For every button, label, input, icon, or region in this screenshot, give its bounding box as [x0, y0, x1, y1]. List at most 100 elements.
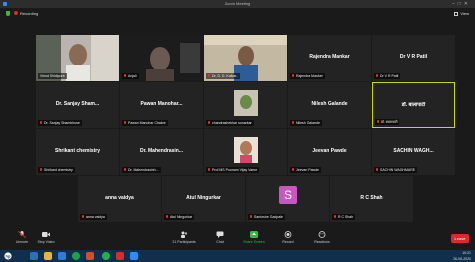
participant-display-name: SACHIN WAGH...: [393, 148, 434, 154]
chrome-icon[interactable]: [72, 252, 80, 260]
participant-name: Nilesh Galande: [290, 120, 322, 126]
participant-tile[interactable]: Shrikant chemistry Shrikant chemistry: [36, 129, 119, 175]
participants-button[interactable]: 21 Participants: [164, 231, 204, 244]
active-speaker-tile[interactable]: डॉ. बालापाटी डॉ. बालापाटी: [372, 82, 455, 128]
hp-logo-icon[interactable]: hp: [4, 252, 12, 260]
mic-muted-icon: [166, 215, 168, 218]
mic-muted-icon: [124, 121, 126, 124]
participant-name: Pawan Manohar Chakre: [122, 120, 168, 126]
chat-icon: [216, 231, 224, 238]
participants-label: 21 Participants: [172, 240, 196, 244]
meeting-toolbar: Unmute Stop Video 21 Participants Chat S…: [0, 228, 475, 250]
participant-display-name: R C Shah: [360, 195, 383, 201]
participant-name: Prof MS Poonam Vijay Varne: [206, 167, 260, 173]
participant-name: Vinod Shidipure: [38, 73, 67, 79]
view-button[interactable]: View: [454, 8, 469, 19]
participant-name: Anjali: [122, 73, 139, 79]
participant-display-name: Pawan Manohar...: [140, 101, 183, 107]
mic-muted-icon: [377, 120, 379, 123]
reactions-button[interactable]: Reactions: [302, 231, 342, 244]
participant-tile[interactable]: chandrashekhar sonarkar: [204, 82, 287, 128]
mic-muted-icon: [376, 74, 378, 77]
zoom-window: Zoom Meeting –□✕ Recording View Vinod Sh…: [0, 0, 475, 262]
participant-display-name: Dr. Sanjay Sham...: [55, 101, 100, 107]
participant-display-name: Dr. Mahendrasin...: [139, 148, 184, 154]
file-explorer-icon[interactable]: [44, 252, 52, 260]
participant-name: Dr. D. D. Kulkar..: [206, 73, 241, 79]
clock-date: 26-06-2020: [453, 257, 471, 261]
participant-tile[interactable]: R C Shah R C Shah: [330, 176, 413, 222]
participant-tile[interactable]: Anjali: [120, 35, 203, 81]
participant-name: Jeevan Pawde: [290, 167, 321, 173]
participant-name: SACHIN WAGHMARE: [374, 167, 418, 173]
mic-muted-icon: [40, 121, 42, 124]
participant-tile[interactable]: Dr. Sanjay Sham... Dr. Sanjay Shambhuse: [36, 82, 119, 128]
mic-muted-icon: [18, 231, 26, 238]
participant-tile[interactable]: Dr. Mahendrasin... Dr. Mahendrasinh...: [120, 129, 203, 175]
mic-muted-icon: [208, 74, 210, 77]
participant-tile[interactable]: Jeevan Pawde Jeevan Pawde: [288, 129, 371, 175]
participant-avatar: S: [279, 186, 297, 204]
participant-display-name: Shrikant chemistry: [54, 148, 101, 154]
participant-tile[interactable]: Prof MS Poonam Vijay Varne: [204, 129, 287, 175]
participant-display-name: Atul Ningurkar: [186, 195, 221, 201]
record-icon: [284, 231, 292, 238]
participant-display-name: Jeevan Pawde: [312, 148, 347, 154]
participant-tile[interactable]: Rajendra Mankar Rajendra Manker: [288, 35, 371, 81]
mic-muted-icon: [82, 215, 84, 218]
mic-muted-icon: [292, 74, 294, 77]
leave-button[interactable]: Leave: [451, 234, 469, 243]
participant-tile[interactable]: Vinod Shidipure: [36, 35, 119, 81]
mic-muted-icon: [292, 168, 294, 171]
meeting-info-bar: Recording View: [0, 8, 475, 19]
participant-name: R C Shah: [332, 214, 356, 220]
view-label: View: [460, 11, 469, 16]
system-tray-clock[interactable]: 10:21 26-06-2020: [453, 250, 471, 262]
participant-name: Atul Ningurkar: [164, 214, 195, 220]
zoom-icon[interactable]: [130, 252, 138, 260]
share-screen-icon: [250, 231, 258, 238]
participant-tile[interactable]: Dr V R Patil Dr V R Patil: [372, 35, 455, 81]
shield-icon[interactable]: [6, 11, 10, 16]
office-icon[interactable]: [86, 252, 94, 260]
mic-muted-icon: [292, 121, 294, 124]
participant-tile[interactable]: S Santoshe Gadpale: [246, 176, 329, 222]
task-view-icon[interactable]: [30, 252, 38, 260]
participants-icon: [181, 231, 188, 238]
participant-name: Rajendra Manker: [290, 73, 325, 79]
participant-display-name: Nilesh Galande: [311, 101, 348, 107]
youtube-icon[interactable]: [116, 252, 124, 260]
participant-display-name: डॉ. बालापाटी: [401, 102, 426, 108]
participant-name: Shrikant chemistry: [38, 167, 75, 173]
stop-video-button[interactable]: Stop Video: [26, 231, 66, 244]
participant-tile[interactable]: SACHIN WAGH... SACHIN WAGHMARE: [372, 129, 455, 175]
participant-name: anna vaidya: [80, 214, 107, 220]
participant-tile[interactable]: anna vaidya anna vaidya: [78, 176, 161, 222]
participant-name: डॉ. बालापाटी: [375, 119, 400, 125]
recording-dot-icon: [14, 11, 18, 15]
svg-text:hp: hp: [6, 254, 11, 259]
participant-name: Dr. Mahendrasinh...: [122, 167, 161, 173]
participant-tile[interactable]: Pawan Manohar... Pawan Manohar Chakre: [120, 82, 203, 128]
participant-name: Dr V R Patil: [374, 73, 401, 79]
participant-name: Dr. Sanjay Shambhuse: [38, 120, 82, 126]
participant-display-name: anna vaidya: [105, 195, 134, 201]
title-bar: Zoom Meeting –□✕: [0, 0, 475, 8]
whatsapp-icon[interactable]: [102, 252, 110, 260]
participants-count: 21: [172, 240, 177, 244]
mic-muted-icon: [334, 215, 336, 218]
mic-muted-icon: [250, 215, 252, 218]
windows-taskbar: hp 10:21 26-06-2020: [0, 250, 475, 262]
window-title: Zoom Meeting: [224, 1, 251, 6]
participant-name: Santoshe Gadpale: [248, 214, 285, 220]
reactions-label: Reactions: [314, 240, 330, 244]
mic-muted-icon: [208, 121, 210, 124]
smiley-icon: [318, 231, 326, 238]
window-controls[interactable]: –□✕: [452, 0, 471, 8]
participant-tile[interactable]: Dr. D. D. Kulkar..: [204, 35, 287, 81]
edge-browser-icon[interactable]: [58, 252, 66, 260]
video-camera-icon: [42, 232, 50, 237]
grid-view-icon: [454, 12, 459, 16]
participant-tile[interactable]: Atul Ningurkar Atul Ningurkar: [162, 176, 245, 222]
participant-tile[interactable]: Nilesh Galande Nilesh Galande: [288, 82, 371, 128]
